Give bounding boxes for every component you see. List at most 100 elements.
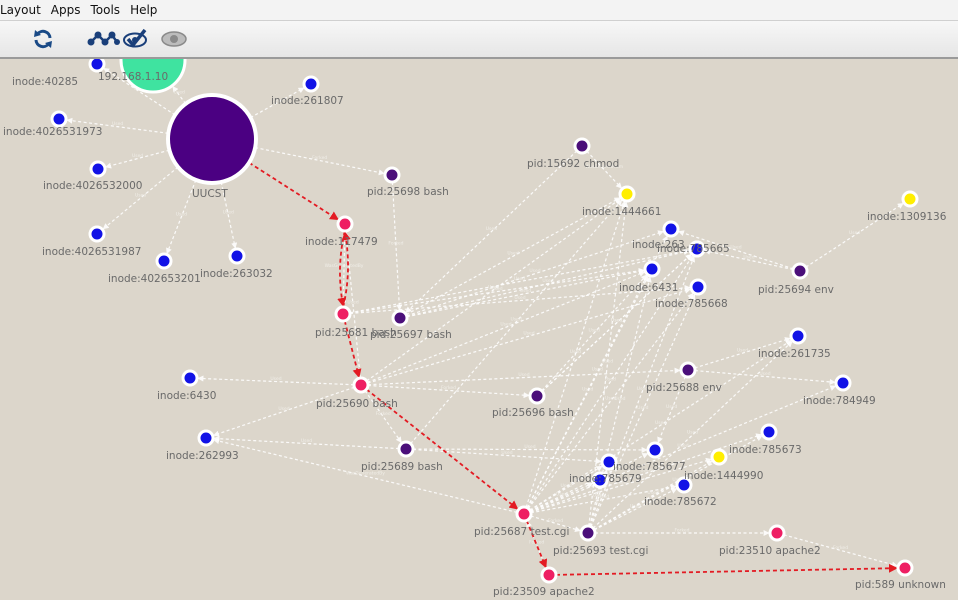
- graph-node-i261735[interactable]: [789, 327, 807, 345]
- node-label: inode:4026532000: [43, 180, 142, 192]
- eye-icon: [161, 31, 187, 47]
- edge-label: Used: [759, 371, 770, 377]
- node-label: pid:25688 env: [646, 382, 722, 394]
- edge-label: Used: [488, 284, 499, 290]
- edge-label: Used: [849, 230, 860, 236]
- edge-label: Forked: [548, 518, 563, 524]
- edge-label: Used: [174, 90, 185, 96]
- nodes-layer: [50, 26, 919, 584]
- graph-node-i1309136[interactable]: [901, 190, 919, 208]
- graph-node-i6430[interactable]: [181, 369, 199, 387]
- node-label: inode:4026531987: [42, 246, 141, 258]
- graph-node-i402653200[interactable]: [89, 160, 107, 178]
- node-label: inode:785677: [613, 461, 686, 473]
- graph-node-i785673[interactable]: [760, 423, 778, 441]
- graph-node-i1444661[interactable]: [618, 185, 636, 203]
- menu-layout[interactable]: Layout: [0, 0, 47, 20]
- edge-label: Used: [743, 255, 754, 261]
- edge-label: Used: [500, 322, 511, 328]
- check-visibility-button[interactable]: [122, 25, 150, 53]
- graph-node-i1444990[interactable]: [710, 448, 728, 466]
- graph-node-p23510[interactable]: [768, 524, 786, 542]
- graph-node-p25696[interactable]: [528, 387, 546, 405]
- node-label: pid:25694 env: [758, 284, 834, 296]
- edge-label: Used: [486, 226, 497, 232]
- graph-node-i402653201[interactable]: [155, 252, 173, 270]
- menu-tools[interactable]: Tools: [87, 0, 127, 20]
- graph-node-i261807[interactable]: [302, 75, 320, 93]
- refresh-button[interactable]: [29, 25, 57, 53]
- edge-label: Forked: [674, 528, 689, 534]
- graph-node-user[interactable]: [166, 93, 258, 185]
- cytoscape-window: Layout Apps Tools Help Used Used Used Us…: [0, 0, 958, 600]
- graph-node-p25689[interactable]: [397, 440, 415, 458]
- node-label: pid:25690 bash: [316, 398, 398, 410]
- node-label: inode:785679: [569, 473, 642, 485]
- node-label: inode:117479: [305, 236, 378, 248]
- node-label: inode:785673: [729, 444, 802, 456]
- graph-node-i263x[interactable]: [662, 220, 680, 238]
- node-label: inode:785672: [644, 496, 717, 508]
- edge-label: Forked: [529, 539, 544, 545]
- graph-node-p25693[interactable]: [579, 524, 597, 542]
- edge-label: WasGeneratedBy: [325, 263, 364, 269]
- graph-node-i785677[interactable]: [646, 441, 664, 459]
- node-label: pid:25689 bash: [361, 461, 443, 473]
- edge-label: Used: [347, 299, 358, 305]
- node-label: inode:261735: [758, 348, 831, 360]
- node-label: inode:1309136: [867, 211, 947, 223]
- graph-node-i784949[interactable]: [834, 374, 852, 392]
- graph-node-i40265319x[interactable]: [88, 225, 106, 243]
- network-button[interactable]: [86, 25, 120, 53]
- graph-node-p25681[interactable]: [334, 305, 352, 323]
- network-canvas[interactable]: Used Used Used Used Used Used Used Forked Used Us…: [0, 26, 958, 600]
- graph-node-i263032[interactable]: [228, 247, 246, 265]
- node-label: inode:40285: [12, 76, 78, 88]
- refresh-icon: [34, 29, 52, 49]
- graph-node-i117479[interactable]: [336, 215, 354, 233]
- graph-node-p23509[interactable]: [540, 566, 558, 584]
- edge-label: Used: [666, 404, 677, 410]
- node-label: pid:25687 test.cgi: [474, 526, 569, 538]
- highlighted-edge[interactable]: [248, 161, 340, 221]
- edge-label: Used: [592, 366, 603, 372]
- edge-label: Used: [278, 406, 289, 412]
- graph-node-p25694[interactable]: [791, 262, 809, 280]
- edge-label: Used: [614, 396, 625, 402]
- edge-label: Used: [687, 429, 698, 435]
- node-label: inode:1444661: [582, 206, 661, 218]
- node-label: 192.168.1.10: [98, 71, 168, 83]
- node-label: pid:25697 bash: [370, 329, 452, 341]
- eye-button[interactable]: [160, 25, 188, 53]
- edge-label: Used: [514, 276, 525, 282]
- node-label: inode:6430: [157, 390, 216, 402]
- graph-node-p589[interactable]: [896, 559, 914, 577]
- graph-node-p15692[interactable]: [573, 137, 591, 155]
- edge-label: Used: [529, 268, 540, 274]
- graph-node-i262993[interactable]: [197, 429, 215, 447]
- graph-node-i6431[interactable]: [643, 260, 661, 278]
- graph-node-p25687[interactable]: [515, 505, 533, 523]
- edge-label: Used: [602, 358, 613, 364]
- graph-node-p25697[interactable]: [391, 309, 409, 327]
- network-graph[interactable]: Used Used Used Used Used Used Used Forked Used Us…: [0, 26, 958, 600]
- graph-node-p25698[interactable]: [383, 166, 401, 184]
- edge-label: Used: [270, 376, 281, 382]
- edge-label: Used: [176, 211, 187, 217]
- menu-apps[interactable]: Apps: [47, 0, 87, 20]
- edge-label: Forked: [833, 545, 848, 551]
- edge-label: Used: [301, 438, 312, 444]
- check-visibility-icon: [123, 28, 147, 48]
- graph-node-p25690[interactable]: [352, 376, 370, 394]
- graph-node-i785668[interactable]: [689, 278, 707, 296]
- highlighted-edge[interactable]: [555, 563, 898, 576]
- graph-node-i4026[interactable]: [88, 55, 106, 73]
- graph-node-p25688[interactable]: [679, 361, 697, 379]
- edge-label: Used: [730, 245, 741, 251]
- edge-label: Used: [655, 420, 666, 426]
- edge-label: Used: [520, 288, 531, 294]
- menu-help[interactable]: Help: [126, 0, 163, 20]
- node-label: pid:23510 apache2: [719, 545, 821, 557]
- graph-node-i402653197[interactable]: [50, 110, 68, 128]
- node-label: pid:25693 test.cgi: [553, 545, 648, 557]
